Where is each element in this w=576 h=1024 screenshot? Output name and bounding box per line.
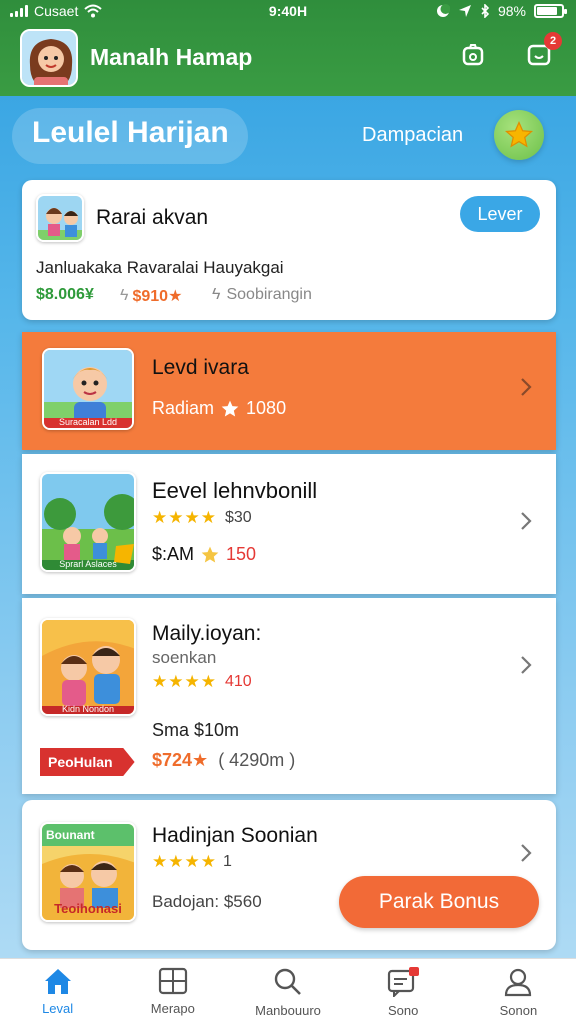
avatar-girl-icon [22,31,76,85]
meta-label: Radiam [152,398,215,418]
chevron-right-icon[interactable] [518,506,534,536]
level-card-highlighted[interactable]: Suracalan Ldd Levd ivara Radiam 1080 [22,332,556,450]
status-bar: Cusaet 9:40H 98% [0,0,576,26]
level-card[interactable]: Kidn Nondon Maily.ioyan: soenkan ★★★★ 41… [22,598,556,794]
chevron-right-icon[interactable] [518,650,534,680]
star-icon [201,546,219,562]
price-grey: Soobirangin [226,286,312,303]
card-rating: ★★★★ 410 [152,672,252,692]
moon-icon [436,4,450,17]
card-rating: ★★★★ 1 [152,852,232,872]
notifications-button[interactable]: 2 [524,32,562,70]
card-title: Levd ivara [152,356,249,379]
battery-percent: 98% [497,3,526,19]
kids-illustration-icon [38,196,82,240]
bonus-button[interactable]: Parak Bonus [339,876,539,928]
rating-value: $30 [224,509,252,526]
bottom-nav: Leval Merapo Manbouuro Sono Sonon [0,958,576,1024]
price-value: 150 [226,544,257,564]
card-title: Maily.ioyan: [152,622,262,645]
level-side-label[interactable]: Dampacian [362,124,463,147]
card-subtitle: Janluakaka Ravaralai Hauyakgai [36,258,284,277]
price-label: $:AM [152,544,195,564]
price-label: Sma $10m [152,720,240,740]
home-icon [44,969,71,994]
status-right: 98% [436,3,567,19]
nav-item-chat[interactable]: Sono [346,959,461,1024]
card-meta: Radiam 1080 [152,398,286,419]
price-extra: ( 4290m ) [218,750,296,770]
price-grey-group: ϟ Soobirangin [212,286,312,304]
bolt-icon: ϟ [120,287,129,304]
thumb-caption: Kidn Nondon [61,704,115,714]
card-price: $:AM 150 [152,544,256,565]
battery-icon [534,4,567,18]
nav-label: Merapo [150,1001,195,1016]
rating-value: 1 [222,853,232,870]
nav-item-profile[interactable]: Sonon [461,959,576,1024]
card-title: Eevel lehnvbonill [152,478,318,503]
rating-stars: ★★★★ [152,852,217,871]
card-thumbnail: Sprarl Aslaces [40,472,136,572]
nav-item-level[interactable]: Leval [0,959,115,1024]
grid-icon [158,967,187,995]
app-title: Manalh Hamap [90,44,253,70]
card-title: Rarai akvan [96,206,209,229]
search-icon [274,968,301,995]
camera-button[interactable] [458,40,488,70]
lever-button[interactable]: Lever [460,196,540,232]
star-badge-button[interactable] [494,110,544,160]
level-title: Leulel Harijan [32,116,229,149]
nav-label: Sonon [499,1003,538,1018]
card-rating: ★★★★ $30 [152,508,252,528]
profile-icon [505,968,532,997]
bolt-icon: ϟ [212,286,221,303]
notification-badge: 2 [544,32,562,50]
card-thumbnail: Kidn Nondon [40,618,136,716]
level-card[interactable]: Sprarl Aslaces Eevel lehnvbonill ★★★★ $3… [22,454,556,594]
profile-card[interactable]: Rarai akvan Lever Janluakaka Ravaralai H… [22,180,556,320]
thumb-caption: Sprarl Aslaces [59,559,117,569]
thumb-bottom-text: Teoihonasi [54,901,122,916]
card-thumbnail: Suracalan Ldd [42,348,134,430]
kids-illustration-icon [42,620,134,714]
card-title: Hadinjan Soonian [152,824,318,847]
bluetooth-icon [481,4,490,18]
rating-stars: ★★★★ [152,672,217,691]
kids-park-illustration-icon [42,474,134,570]
chevron-right-icon[interactable] [518,838,534,868]
nav-label: Leval [42,1001,74,1016]
price-green: $8.006¥ [36,286,94,303]
card-thumbnail [36,194,84,242]
thumb-top-text: Bounant [46,828,95,842]
thumb-caption: Suracalan Ldd [58,417,118,427]
price-value: $724★ [152,750,209,770]
nav-label: Sono [388,1003,419,1018]
price-orange: $910★ [132,288,183,305]
avatar[interactable] [20,29,78,87]
nav-label: Manbouuro [255,1003,321,1018]
chevron-right-icon[interactable] [518,372,534,402]
card-subtitle: soenkan [152,648,217,667]
star-icon [221,400,239,416]
price-label: Badojan: $560 [152,892,262,911]
chat-icon [388,967,420,997]
promo-tag: PeoHulan [40,748,135,776]
star-icon [504,120,534,148]
rating-stars: ★★★★ [152,508,217,527]
rating-value: 410 [224,673,252,690]
card-price: $724★ ( 4290m ) [152,750,295,771]
meta-value: 1080 [246,398,287,418]
location-icon [458,5,471,17]
card-thumbnail: Bounant Teoihonasi [40,822,136,922]
price-orange-group: ϟ $910★ [120,286,182,306]
nav-item-search[interactable]: Manbouuro [230,959,345,1024]
camera-icon [462,44,484,66]
nav-item-merapo[interactable]: Merapo [115,959,230,1024]
